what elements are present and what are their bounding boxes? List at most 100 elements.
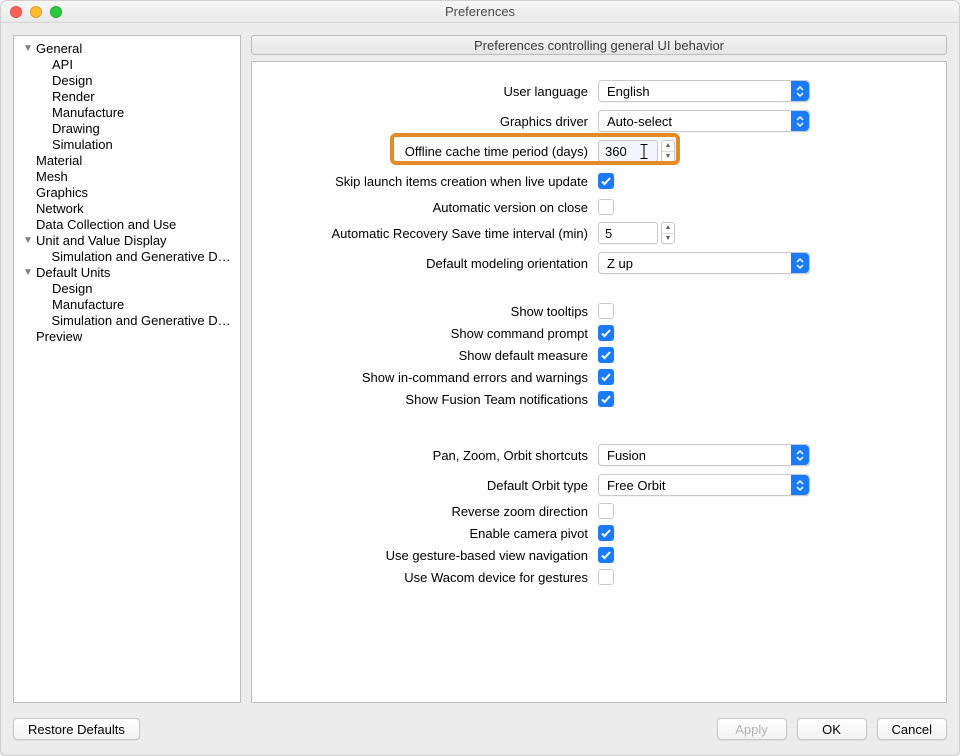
sidebar-item-label: Manufacture xyxy=(52,297,124,312)
sidebar-item-label: Design xyxy=(52,73,92,88)
panel-header: Preferences controlling general UI behav… xyxy=(251,35,947,55)
chevron-updown-icon xyxy=(791,253,809,273)
sidebar-item-label: General xyxy=(36,41,82,56)
sidebar-item-label: Render xyxy=(52,89,95,104)
reverse-zoom-label: Reverse zoom direction xyxy=(262,504,598,519)
disclosure-triangle-icon: ▼ xyxy=(22,43,34,54)
preferences-window: Preferences ▼GeneralAPIDesignRenderManuf… xyxy=(0,0,960,756)
apply-button[interactable]: Apply xyxy=(717,718,787,740)
default-orbit-select[interactable]: Free Orbit xyxy=(598,474,810,496)
auto-version-checkbox[interactable] xyxy=(598,199,614,215)
sidebar-item-label: Simulation and Generative Desi... xyxy=(51,313,236,328)
show-cmd-prompt-checkbox[interactable] xyxy=(598,325,614,341)
sidebar-item-label: Graphics xyxy=(36,185,88,200)
chevron-down-icon[interactable]: ▼ xyxy=(662,234,674,244)
chevron-up-icon[interactable]: ▲ xyxy=(662,141,674,152)
show-errors-checkbox[interactable] xyxy=(598,369,614,385)
sidebar-item[interactable]: Manufacture xyxy=(14,296,240,312)
dialog-footer: Restore Defaults Apply OK Cancel xyxy=(1,703,959,755)
cancel-button[interactable]: Cancel xyxy=(877,718,947,740)
gesture-nav-checkbox[interactable] xyxy=(598,547,614,563)
sidebar-item-label: Simulation xyxy=(52,137,113,152)
sidebar-item[interactable]: Simulation xyxy=(14,136,240,152)
show-cmd-prompt-label: Show command prompt xyxy=(262,326,598,341)
category-sidebar: ▼GeneralAPIDesignRenderManufactureDrawin… xyxy=(13,35,241,703)
chevron-updown-icon xyxy=(791,81,809,101)
text-cursor-icon xyxy=(641,144,648,159)
skip-launch-checkbox[interactable] xyxy=(598,173,614,189)
minimize-window-button[interactable] xyxy=(30,6,42,18)
panel-body: User language English Graphics driver xyxy=(251,61,947,703)
disclosure-triangle-icon: ▼ xyxy=(22,235,34,246)
gesture-nav-label: Use gesture-based view navigation xyxy=(262,548,598,563)
sidebar-item[interactable]: Network xyxy=(14,200,240,216)
pan-zoom-orbit-label: Pan, Zoom, Orbit shortcuts xyxy=(262,448,598,463)
zoom-window-button[interactable] xyxy=(50,6,62,18)
chevron-updown-icon xyxy=(791,445,809,465)
recovery-interval-stepper[interactable]: ▲ ▼ xyxy=(661,222,675,244)
pan-zoom-orbit-select[interactable]: Fusion xyxy=(598,444,810,466)
sidebar-item[interactable]: Design xyxy=(14,72,240,88)
auto-version-label: Automatic version on close xyxy=(262,200,598,215)
ok-button[interactable]: OK xyxy=(797,718,867,740)
close-window-button[interactable] xyxy=(10,6,22,18)
sidebar-item-label: Design xyxy=(52,281,92,296)
sidebar-item[interactable]: ▼Unit and Value Display xyxy=(14,232,240,248)
sidebar-item-label: Manufacture xyxy=(52,105,124,120)
offline-cache-label: Offline cache time period (days) xyxy=(262,144,598,159)
user-language-label: User language xyxy=(262,84,598,99)
offline-cache-input[interactable]: 360 xyxy=(598,140,658,162)
enable-pivot-label: Enable camera pivot xyxy=(262,526,598,541)
sidebar-item[interactable]: Material xyxy=(14,152,240,168)
show-fusion-team-label: Show Fusion Team notifications xyxy=(262,392,598,407)
sidebar-item-label: Preview xyxy=(36,329,82,344)
sidebar-item-label: Simulation and Generative Desi... xyxy=(51,249,236,264)
window-title: Preferences xyxy=(1,4,959,19)
sidebar-item[interactable]: Preview xyxy=(14,328,240,344)
sidebar-item-label: Material xyxy=(36,153,82,168)
offline-cache-stepper[interactable]: ▲ ▼ xyxy=(661,140,675,162)
graphics-driver-select[interactable]: Auto-select xyxy=(598,110,810,132)
show-tooltips-checkbox[interactable] xyxy=(598,303,614,319)
wacom-label: Use Wacom device for gestures xyxy=(262,570,598,585)
skip-launch-label: Skip launch items creation when live upd… xyxy=(262,174,598,189)
default-orientation-label: Default modeling orientation xyxy=(262,256,598,271)
sidebar-item[interactable]: Data Collection and Use xyxy=(14,216,240,232)
sidebar-item[interactable]: Manufacture xyxy=(14,104,240,120)
sidebar-item[interactable]: Simulation and Generative Desi... xyxy=(14,312,240,328)
show-tooltips-label: Show tooltips xyxy=(262,304,598,319)
sidebar-item-label: Unit and Value Display xyxy=(36,233,167,248)
chevron-down-icon[interactable]: ▼ xyxy=(662,152,674,162)
recovery-interval-input[interactable]: 5 xyxy=(598,222,658,244)
user-language-select[interactable]: English xyxy=(598,80,810,102)
sidebar-item[interactable]: ▼General xyxy=(14,40,240,56)
sidebar-item[interactable]: Drawing xyxy=(14,120,240,136)
show-default-measure-checkbox[interactable] xyxy=(598,347,614,363)
graphics-driver-label: Graphics driver xyxy=(262,114,598,129)
sidebar-item[interactable]: Render xyxy=(14,88,240,104)
sidebar-item-label: API xyxy=(52,57,73,72)
sidebar-item[interactable]: ▼Default Units xyxy=(14,264,240,280)
sidebar-item[interactable]: Design xyxy=(14,280,240,296)
disclosure-triangle-icon: ▼ xyxy=(22,267,34,278)
default-orientation-select[interactable]: Z up xyxy=(598,252,810,274)
recovery-interval-label: Automatic Recovery Save time interval (m… xyxy=(262,226,598,241)
content-area: ▼GeneralAPIDesignRenderManufactureDrawin… xyxy=(1,23,959,703)
sidebar-item-label: Mesh xyxy=(36,169,68,184)
show-fusion-team-checkbox[interactable] xyxy=(598,391,614,407)
show-errors-label: Show in-command errors and warnings xyxy=(262,370,598,385)
default-orbit-label: Default Orbit type xyxy=(262,478,598,493)
wacom-checkbox[interactable] xyxy=(598,569,614,585)
main-panel: Preferences controlling general UI behav… xyxy=(251,35,947,703)
reverse-zoom-checkbox[interactable] xyxy=(598,503,614,519)
sidebar-item[interactable]: Simulation and Generative Desi... xyxy=(14,248,240,264)
chevron-updown-icon xyxy=(791,111,809,131)
sidebar-item[interactable]: Mesh xyxy=(14,168,240,184)
enable-pivot-checkbox[interactable] xyxy=(598,525,614,541)
chevron-up-icon[interactable]: ▲ xyxy=(662,223,674,234)
sidebar-item[interactable]: API xyxy=(14,56,240,72)
sidebar-item-label: Data Collection and Use xyxy=(36,217,176,232)
sidebar-item[interactable]: Graphics xyxy=(14,184,240,200)
titlebar: Preferences xyxy=(1,1,959,23)
restore-defaults-button[interactable]: Restore Defaults xyxy=(13,718,140,740)
